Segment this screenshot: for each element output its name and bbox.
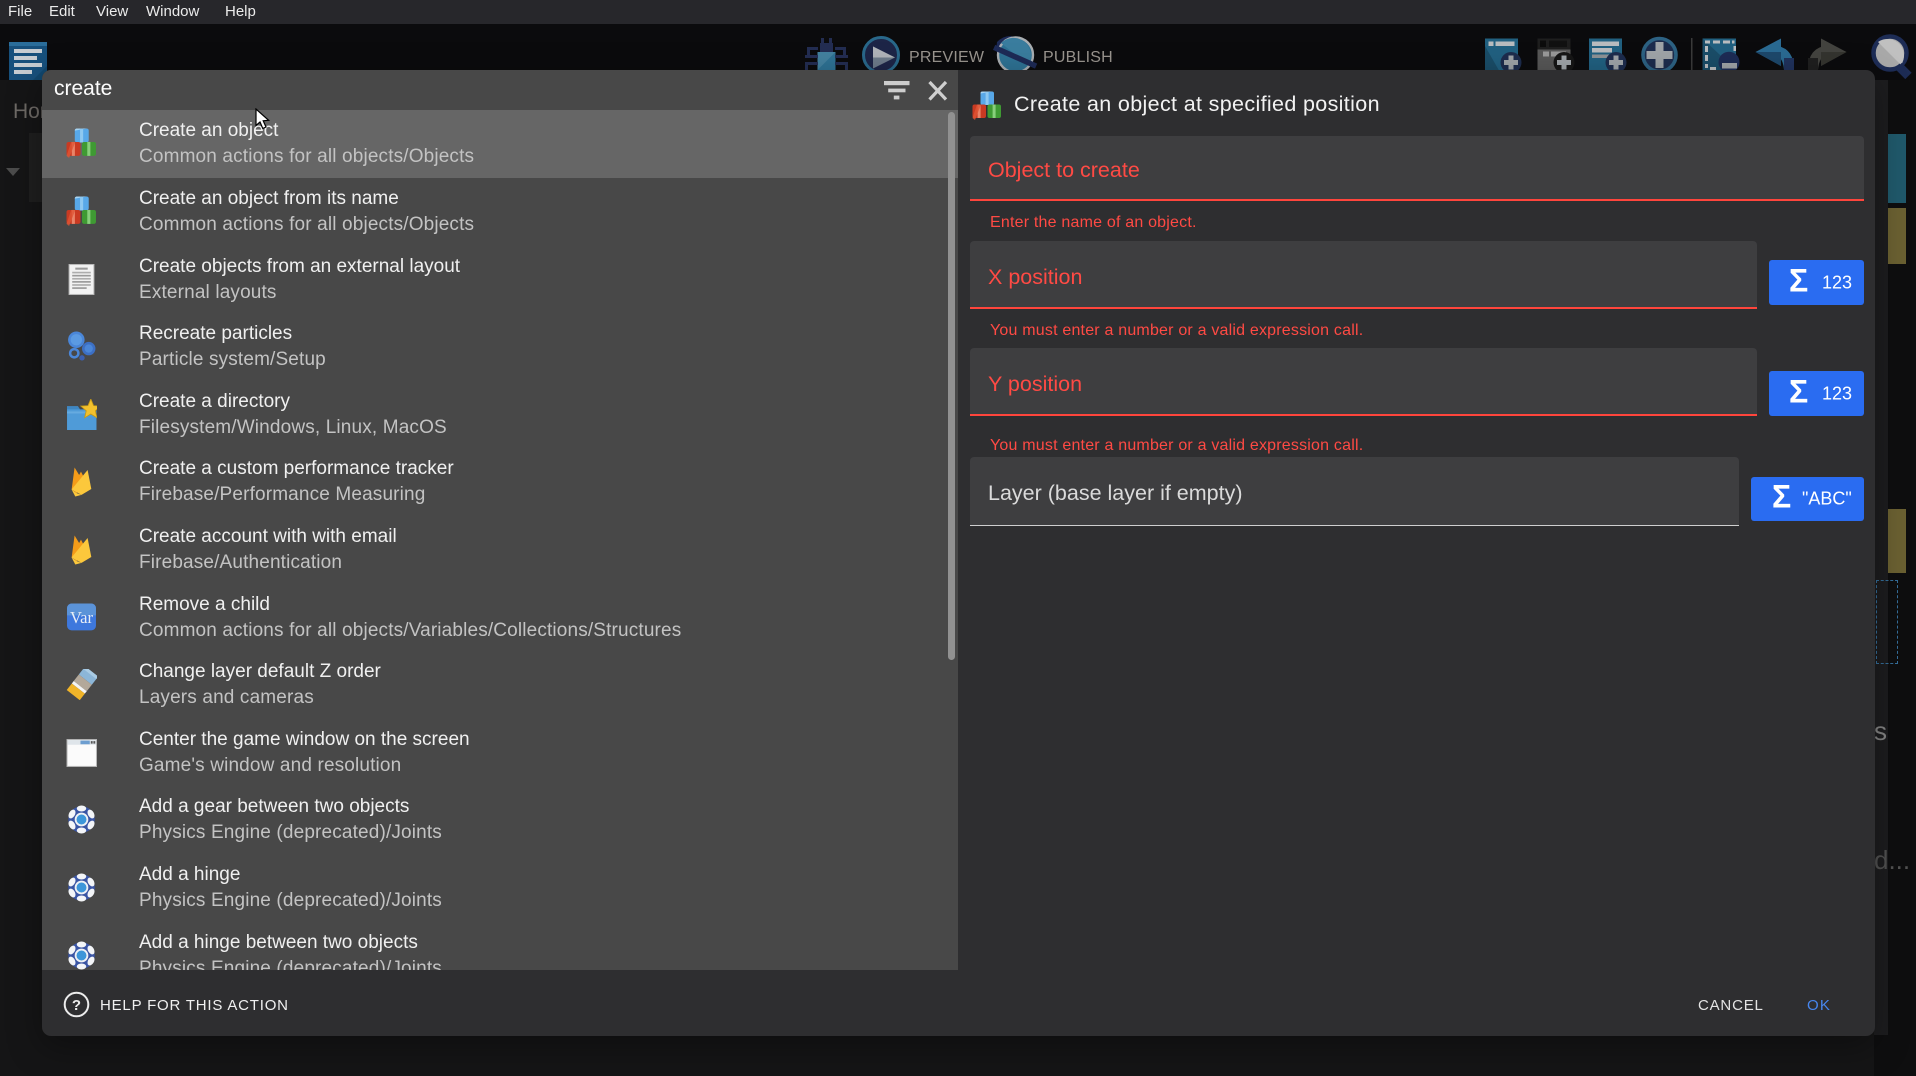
svg-text:?: ? (72, 997, 81, 1014)
